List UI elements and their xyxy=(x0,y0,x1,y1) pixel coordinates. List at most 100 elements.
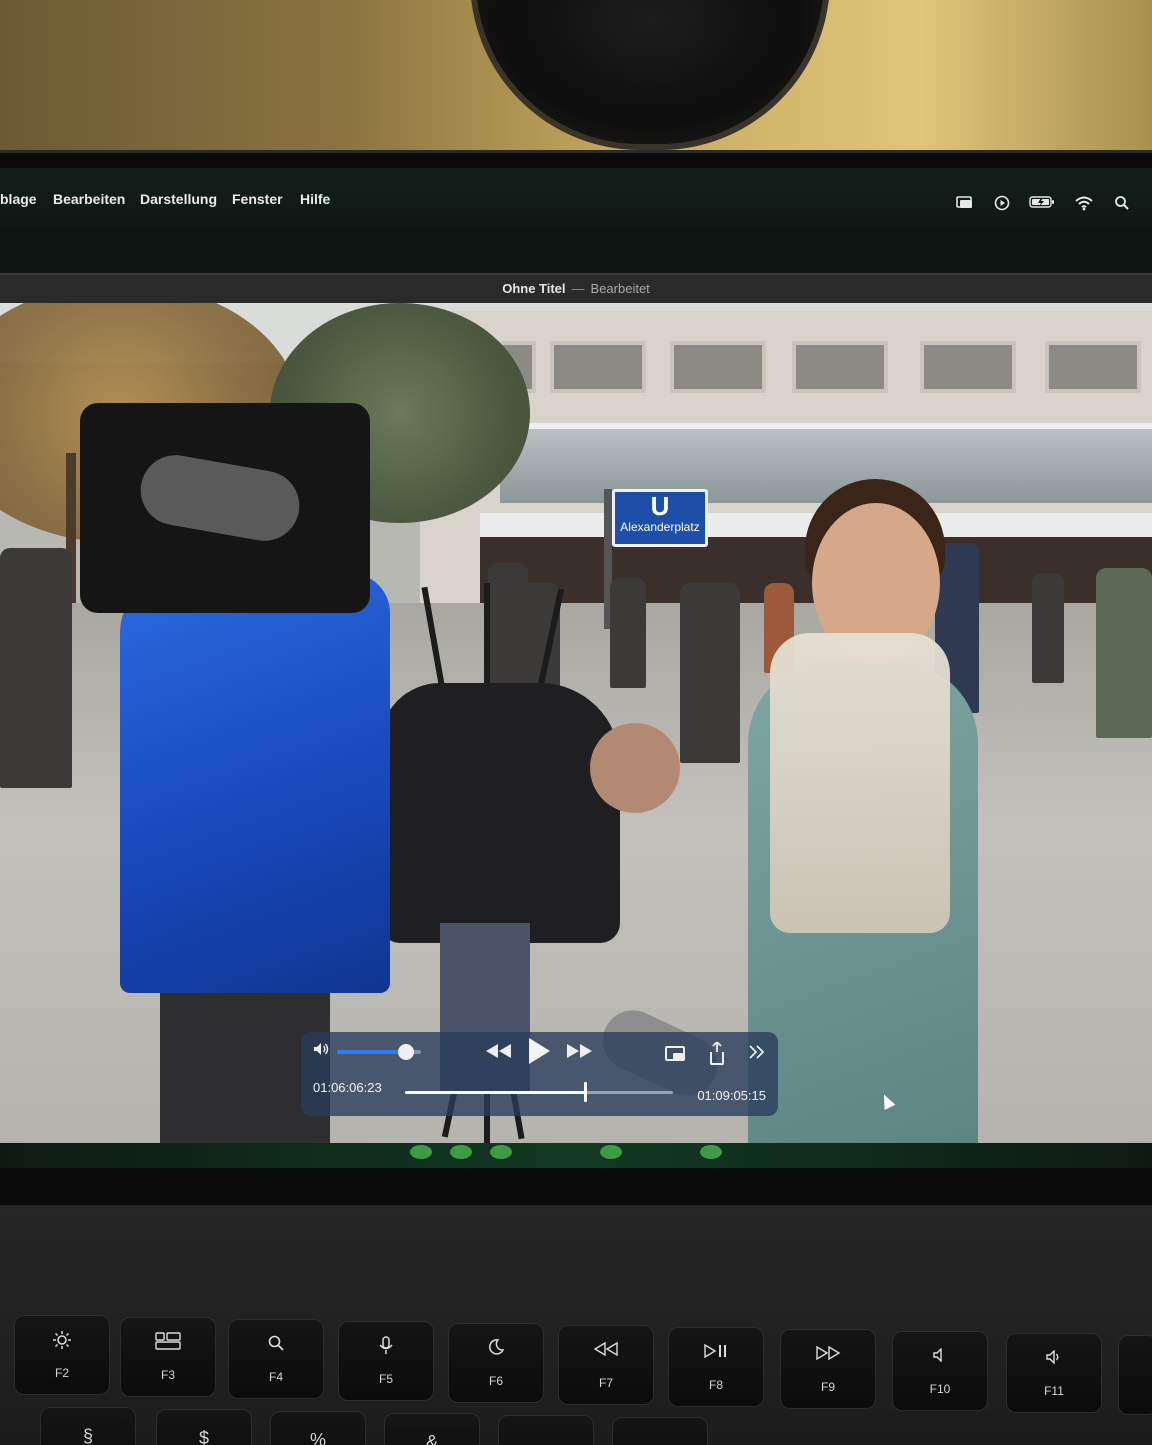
building-window xyxy=(792,341,888,393)
brightness-icon xyxy=(15,1330,109,1354)
keyboard: F2 F3 F4 F5 F6 F7 F8 F9 F10 F11 § $ % & xyxy=(0,1205,1152,1445)
play-icon xyxy=(529,1038,550,1064)
key-label: F10 xyxy=(929,1382,951,1396)
key-f10[interactable]: F10 xyxy=(892,1331,988,1411)
pedestrian xyxy=(1032,573,1064,683)
chevron-double-right-icon xyxy=(749,1045,765,1059)
wifi-icon[interactable] xyxy=(1074,195,1094,211)
leaf xyxy=(600,1145,622,1159)
building-window xyxy=(1045,341,1141,393)
key[interactable] xyxy=(612,1417,708,1445)
window-subtitle: Bearbeitet xyxy=(590,281,650,296)
picture-in-picture-button[interactable] xyxy=(663,1044,689,1066)
volume-down-icon xyxy=(1007,1348,1101,1368)
leaf xyxy=(700,1145,722,1159)
window-title: Ohne Titel xyxy=(502,281,566,296)
building-window xyxy=(920,341,1016,393)
key-f5[interactable]: F5 xyxy=(338,1321,434,1401)
key-label: F6 xyxy=(488,1374,503,1388)
menu-hilfe[interactable]: Hilfe xyxy=(300,191,330,207)
key-label: F9 xyxy=(820,1380,835,1394)
rewind-icon xyxy=(486,1044,511,1058)
playback-controls: 01:06:06:23 01:09:05:15 xyxy=(301,1032,896,1116)
pedestrian xyxy=(680,583,740,763)
ubahn-letter: U xyxy=(650,491,670,521)
window-titlebar[interactable]: Ohne Titel — Bearbeitet xyxy=(0,275,1152,303)
ubahn-sign: U Alexanderplatz xyxy=(612,489,708,547)
mission-control-icon xyxy=(121,1332,215,1354)
key-label: F4 xyxy=(268,1370,283,1384)
key-f2[interactable]: F2 xyxy=(14,1315,110,1395)
search-icon xyxy=(229,1334,323,1356)
share-button[interactable] xyxy=(705,1040,729,1068)
menu-bar: blage Bearbeiten Darstellung Fenster Hil… xyxy=(0,168,1152,228)
title-separator: — xyxy=(571,281,585,296)
building-window xyxy=(550,341,646,393)
volume-slider[interactable] xyxy=(337,1044,421,1060)
key-label: F8 xyxy=(708,1378,723,1392)
mute-icon xyxy=(893,1346,987,1366)
scarf xyxy=(770,633,950,933)
playhead[interactable] xyxy=(583,1082,587,1102)
key-f6[interactable]: F6 xyxy=(448,1323,544,1403)
rewind-icon xyxy=(559,1340,653,1360)
desktop-background xyxy=(0,228,1152,273)
pip-inner-window xyxy=(673,1053,683,1060)
fast-forward-icon xyxy=(567,1044,592,1058)
moon-icon xyxy=(449,1338,543,1360)
desktop-wallpaper xyxy=(0,1143,1152,1168)
player-window: Ohne Titel — Bearbeitet U Alexanderplatz… xyxy=(0,273,1152,1158)
play-pause-icon xyxy=(669,1342,763,1362)
building-window xyxy=(670,341,766,393)
video-frame[interactable]: U Alexanderplatz 01:06:06:23 01:09:05:15 xyxy=(0,303,1152,1150)
key-percent[interactable]: % xyxy=(270,1411,366,1445)
leaf xyxy=(490,1145,512,1159)
key-ampersand[interactable]: & xyxy=(384,1413,480,1445)
more-button[interactable] xyxy=(745,1044,769,1066)
key-f3[interactable]: F3 xyxy=(120,1317,216,1397)
remaining-time: 01:09:05:15 xyxy=(697,1088,766,1103)
fast-forward-icon xyxy=(781,1344,875,1364)
key-f7[interactable]: F7 xyxy=(558,1325,654,1405)
play-circle-icon[interactable] xyxy=(992,195,1012,211)
fast-forward-button[interactable] xyxy=(563,1042,595,1066)
key-f4[interactable]: F4 xyxy=(228,1319,324,1399)
menu-ablage[interactable]: blage xyxy=(0,191,37,207)
screen-mirroring-icon[interactable] xyxy=(955,195,975,211)
key-label: F2 xyxy=(54,1366,69,1380)
leaf xyxy=(450,1145,472,1159)
play-button[interactable] xyxy=(521,1036,555,1070)
menu-fenster[interactable]: Fenster xyxy=(232,191,283,207)
share-arrow xyxy=(711,1040,723,1056)
key[interactable] xyxy=(498,1415,594,1445)
key-label: F7 xyxy=(598,1376,613,1390)
leaf xyxy=(410,1145,432,1159)
camera-operator xyxy=(120,573,390,993)
key-f9[interactable]: F9 xyxy=(780,1329,876,1409)
key-label: F3 xyxy=(160,1368,175,1382)
volume-knob[interactable] xyxy=(397,1044,414,1060)
scrubber-progress xyxy=(405,1091,585,1094)
battery-icon[interactable] xyxy=(1028,195,1056,211)
key-section[interactable]: § xyxy=(40,1407,136,1445)
key-label: F11 xyxy=(1044,1384,1064,1398)
station-name: Alexanderplatz xyxy=(620,520,700,534)
rewind-button[interactable] xyxy=(483,1042,515,1066)
scrubber[interactable] xyxy=(405,1082,673,1102)
menu-bearbeiten[interactable]: Bearbeiten xyxy=(53,191,125,207)
key-f8[interactable]: F8 xyxy=(668,1327,764,1407)
pedestrian xyxy=(1096,568,1152,738)
search-icon[interactable] xyxy=(1112,195,1132,211)
pedestrian xyxy=(610,578,646,688)
microphone-icon xyxy=(339,1336,433,1360)
key-f11[interactable]: F11 xyxy=(1006,1333,1102,1413)
elapsed-time: 01:06:06:23 xyxy=(313,1080,382,1095)
speaker-icon[interactable] xyxy=(313,1042,333,1058)
menu-darstellung[interactable]: Darstellung xyxy=(140,191,217,207)
key-f12-partial[interactable] xyxy=(1118,1335,1152,1415)
volume-level xyxy=(337,1050,406,1054)
crouching-man-head xyxy=(590,723,680,813)
glass-gallery xyxy=(500,423,1152,503)
key-dollar[interactable]: $ xyxy=(156,1409,252,1445)
key-label: F5 xyxy=(378,1372,393,1386)
